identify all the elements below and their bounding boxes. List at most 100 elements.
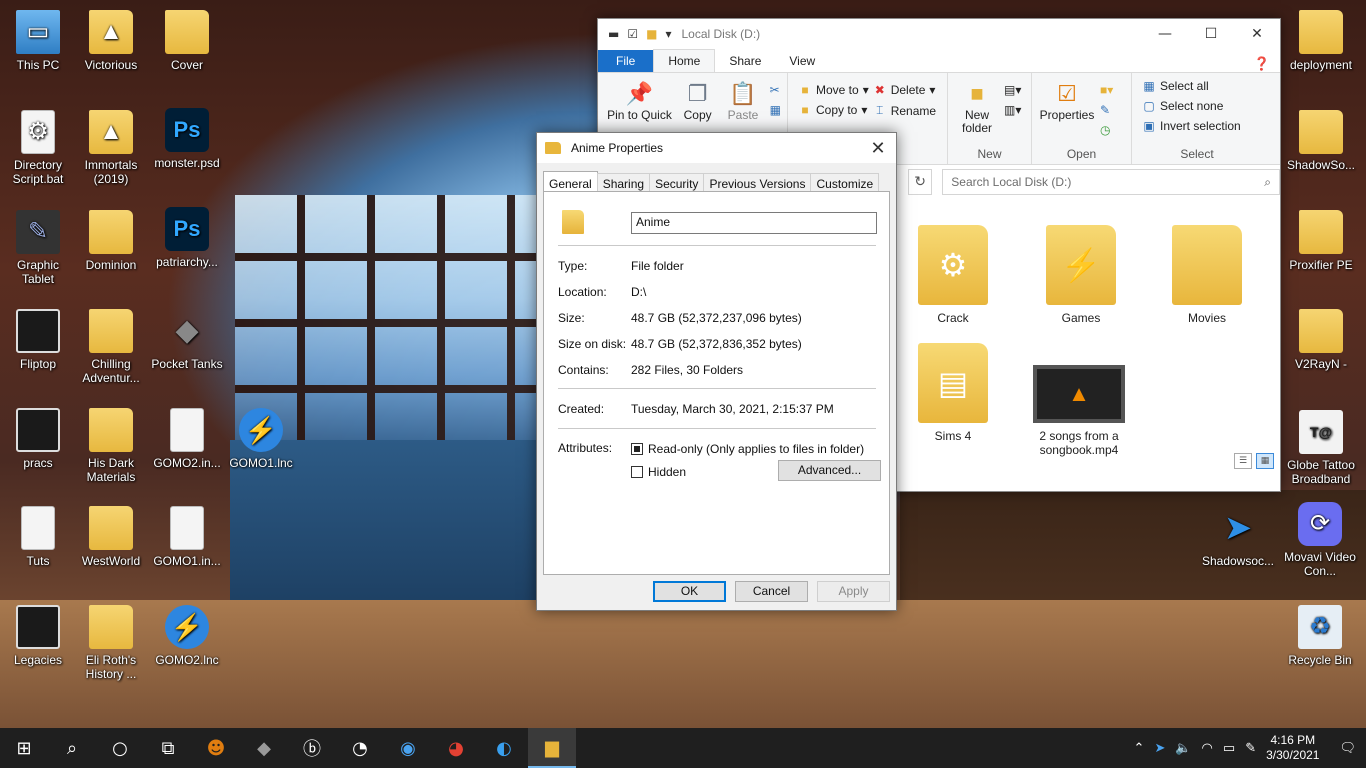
bing-app-icon[interactable]: ⓑ: [288, 728, 336, 768]
desktop-icon-gomo1-in[interactable]: GOMO1.in...: [149, 506, 225, 568]
desktop-icon-victorious[interactable]: ▲ Victorious: [73, 10, 149, 72]
desktop-icon-gomo1-lnc[interactable]: ⚡ GOMO1.lnc: [223, 408, 299, 470]
desktop-icon-v2rayn[interactable]: V2RayN -: [1283, 309, 1359, 371]
chevron-up-icon[interactable]: ⌃: [1134, 741, 1145, 756]
close-icon[interactable]: ✕: [1234, 19, 1280, 49]
apply-button[interactable]: Apply: [817, 581, 890, 602]
desktop-icon-his-dark-materials[interactable]: His Dark Materials: [73, 408, 149, 484]
desktop-icon-dominion[interactable]: Dominion: [73, 210, 149, 272]
large-icons-view-icon[interactable]: ▦: [1256, 453, 1274, 469]
pen-icon[interactable]: ✎: [1245, 741, 1256, 756]
desktop-icon-tuts[interactable]: Tuts: [0, 506, 76, 568]
tab-file[interactable]: File: [598, 50, 654, 72]
readonly-checkbox[interactable]: Read-only (Only applies to files in fold…: [631, 442, 864, 456]
invert-selection-button[interactable]: ▣ Invert selection: [1142, 119, 1240, 133]
search-input[interactable]: Search Local Disk (D:) ⌕: [942, 169, 1280, 195]
folder-icon: [1299, 309, 1343, 353]
desktop-icon-proxifier-pe[interactable]: Proxifier PE: [1283, 210, 1359, 272]
start-icon[interactable]: ⊞: [0, 728, 48, 768]
refresh-icon[interactable]: ↻: [908, 169, 933, 195]
desktop-icon-recycle-bin[interactable]: ♻ Recycle Bin: [1275, 605, 1365, 667]
edit-icon[interactable]: ✎: [1100, 103, 1113, 117]
details-view-icon[interactable]: ☰: [1234, 453, 1252, 469]
cortana-icon[interactable]: ○: [96, 728, 144, 768]
wifi-icon[interactable]: ◠: [1202, 741, 1213, 756]
tab-share[interactable]: Share: [715, 50, 775, 72]
new-folder-button[interactable]: ■ New folder: [954, 77, 1000, 146]
notification-icon[interactable]: 🗨: [1339, 741, 1356, 756]
desktop-icon-legacies[interactable]: Legacies: [0, 605, 76, 667]
desktop-icon-this-pc[interactable]: ▭ This PC: [0, 10, 76, 72]
desktop-icon-pracs[interactable]: pracs: [0, 408, 76, 470]
desktop-icon-gomo2-in[interactable]: GOMO2.in...: [149, 408, 225, 470]
properties-quick-icon[interactable]: ☑: [627, 27, 638, 41]
maximize-icon[interactable]: ☐: [1188, 19, 1234, 49]
network-app-icon[interactable]: ◉: [384, 728, 432, 768]
volume-icon[interactable]: 🔈: [1175, 741, 1191, 756]
select-none-button[interactable]: ▢ Select none: [1142, 99, 1241, 113]
chevron-down-icon[interactable]: ▾: [665, 27, 671, 41]
history-icon[interactable]: ◷: [1100, 123, 1113, 137]
desktop-icon-westworld[interactable]: WestWorld: [73, 506, 149, 568]
copy-to-button[interactable]: ■ Copy to ▾: [798, 103, 869, 117]
tank-app-icon[interactable]: ◆: [240, 728, 288, 768]
close-icon[interactable]: ✕: [860, 138, 896, 159]
delete-button[interactable]: ✖ Delete ▾: [873, 83, 936, 97]
desktop-icon-shadowsocks[interactable]: ➤ Shadowsoc...: [1200, 506, 1276, 568]
desktop-icon-chilling-adventures[interactable]: Chilling Adventur...: [73, 309, 149, 385]
new-item-icon[interactable]: ▤▾: [1004, 83, 1021, 97]
desktop-icon-graphic-tablet[interactable]: ✎ Graphic Tablet: [0, 210, 76, 286]
desktop-icon-cover[interactable]: Cover: [149, 10, 225, 72]
task-view-icon[interactable]: ⧉: [144, 728, 192, 768]
desktop-icon-pocket-tanks[interactable]: ◆ Pocket Tanks: [149, 309, 225, 372]
ok-button[interactable]: OK: [653, 581, 726, 602]
rename-button[interactable]: ⌶ Rename: [873, 103, 936, 118]
search-icon[interactable]: ⌕: [48, 728, 96, 768]
list-item-movies[interactable]: Movies: [1152, 225, 1262, 325]
new-folder-quick-icon[interactable]: ■: [646, 27, 657, 41]
desktop-icon-monster-psd[interactable]: Ps monster.psd: [149, 108, 225, 170]
chrome-icon[interactable]: ◕: [432, 728, 480, 768]
dialog-titlebar[interactable]: Anime Properties ✕: [537, 133, 896, 163]
advanced-button[interactable]: Advanced...: [778, 460, 881, 481]
desktop-icon-fliptop[interactable]: Fliptop: [0, 309, 76, 371]
desktop-icon-shadowso-folder[interactable]: ShadowSo...: [1283, 110, 1359, 172]
file-explorer-icon[interactable]: ▆: [528, 728, 576, 768]
tab-view[interactable]: View: [775, 50, 829, 72]
desktop-icon-movavi[interactable]: ⟳ Movavi Video Con...: [1275, 502, 1365, 578]
easy-access-icon[interactable]: ▥▾: [1004, 103, 1021, 117]
paper-plane-tray-icon[interactable]: ➤: [1154, 741, 1165, 756]
batch-file-icon: ⚙: [21, 110, 55, 154]
desktop-icon-deployment[interactable]: deployment: [1283, 10, 1359, 72]
list-item-crack[interactable]: ⚙ Crack: [898, 225, 1008, 325]
list-item-sims-4[interactable]: ▤ Sims 4: [898, 343, 1008, 443]
list-item-games[interactable]: ⚡ Games: [1026, 225, 1136, 325]
properties-dialog[interactable]: Anime Properties ✕ General Sharing Secur…: [536, 132, 897, 611]
explorer-titlebar[interactable]: ▬ ☑ ■ ▾ Local Disk (D:) — ☐ ✕: [598, 19, 1280, 49]
desktop-icon-patriarchy[interactable]: Ps patriarchy...: [149, 207, 225, 269]
select-all-button[interactable]: ▦ Select all: [1142, 79, 1241, 93]
properties-button[interactable]: ☑ Properties: [1038, 77, 1096, 146]
desktop-icon-gomo2-lnc[interactable]: ⚡ GOMO2.lnc: [149, 605, 225, 667]
edge-icon[interactable]: ◐: [480, 728, 528, 768]
help-icon[interactable]: ❓: [1254, 56, 1270, 72]
cancel-button[interactable]: Cancel: [735, 581, 808, 602]
list-item-2-songs-video[interactable]: ▲ 2 songs from a songbook.mp4: [1022, 365, 1136, 457]
hidden-checkbox[interactable]: Hidden: [631, 465, 686, 479]
fox-app-icon[interactable]: ☻: [192, 728, 240, 768]
monitor-icon[interactable]: ▭: [1223, 741, 1235, 756]
tab-home[interactable]: Home: [653, 49, 716, 72]
desktop-icon-globe-tattoo[interactable]: T@ Globe Tattoo Broadband: [1276, 410, 1366, 486]
folder-name-field[interactable]: Anime: [631, 212, 877, 234]
minimize-icon[interactable]: —: [1142, 19, 1188, 49]
move-to-button[interactable]: ■ Move to ▾: [798, 83, 868, 97]
copy-path-icon[interactable]: ▦: [770, 103, 781, 117]
clock[interactable]: 4:16 PM 3/30/2021: [1266, 733, 1319, 763]
desktop-icon-directory-script[interactable]: ⚙ Directory Script.bat: [0, 110, 76, 186]
speedometer-icon[interactable]: ◔: [336, 728, 384, 768]
desktop-icon-eli-roths-history[interactable]: Eli Roth's History ...: [73, 605, 149, 681]
desktop-icon-immortals[interactable]: ▲ Immortals (2019): [73, 110, 149, 186]
cut-icon[interactable]: ✂: [770, 83, 781, 97]
open-icon[interactable]: ■▾: [1100, 83, 1113, 97]
divider: [558, 388, 876, 389]
